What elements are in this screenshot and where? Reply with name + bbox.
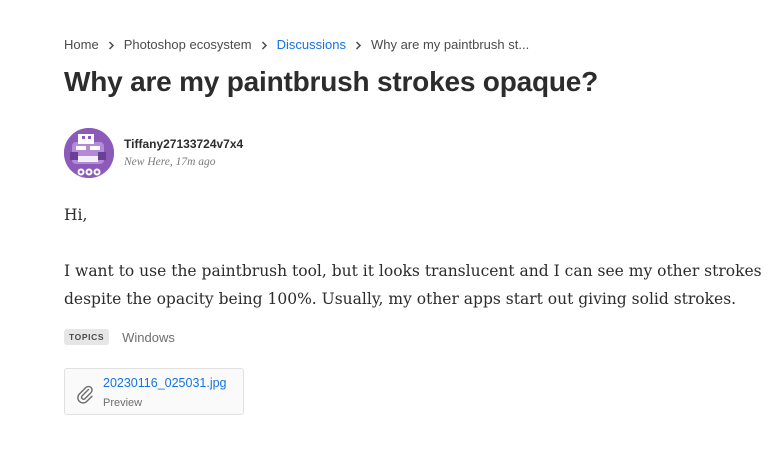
topics-badge: TOPICS bbox=[64, 329, 110, 345]
attachment-card[interactable]: 20230116_025031.jpg Preview bbox=[64, 368, 244, 415]
topics: TOPICS Windows bbox=[64, 329, 175, 345]
page-title: Why are my paintbrush strokes opaque? bbox=[64, 66, 599, 97]
robot-avatar-icon bbox=[64, 128, 114, 178]
paperclip-icon bbox=[76, 384, 94, 404]
avatar[interactable] bbox=[64, 128, 114, 178]
author-meta: New Here, 17m ago bbox=[124, 156, 216, 168]
post-body: I want to use the paintbrush tool, but i… bbox=[64, 262, 762, 308]
author-name[interactable]: Tiffany27133724v7x4 bbox=[124, 137, 243, 151]
breadcrumb: Home Photoshop ecosystem Discussions Why… bbox=[64, 35, 529, 53]
breadcrumb-discussions[interactable]: Discussions bbox=[277, 37, 346, 52]
attachment-file-name[interactable]: 20230116_025031.jpg bbox=[103, 376, 227, 390]
chevron-right-icon bbox=[99, 37, 124, 53]
breadcrumb-current: Why are my paintbrush st... bbox=[370, 36, 530, 52]
topic-windows[interactable]: Windows bbox=[122, 330, 175, 345]
chevron-right-icon bbox=[346, 37, 371, 53]
attachment-preview-link[interactable]: Preview bbox=[103, 397, 142, 409]
post-greeting: Hi, bbox=[64, 206, 88, 224]
breadcrumb-photoshop-ecosystem[interactable]: Photoshop ecosystem bbox=[124, 37, 252, 52]
chevron-right-icon bbox=[252, 37, 277, 53]
breadcrumb-home[interactable]: Home bbox=[64, 37, 99, 52]
